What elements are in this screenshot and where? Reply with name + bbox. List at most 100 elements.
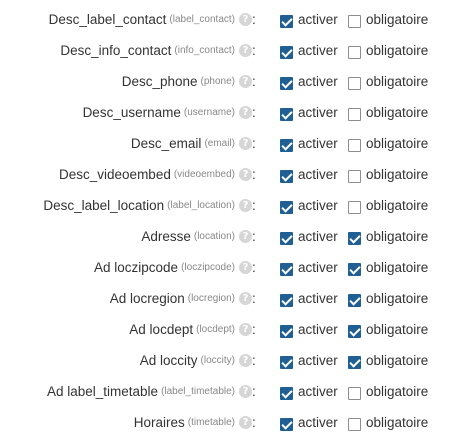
activer-option[interactable]: activer — [280, 252, 338, 283]
obligatoire-label: obligatoire — [366, 105, 429, 120]
activer-option[interactable]: activer — [280, 345, 338, 376]
obligatoire-checkbox[interactable] — [348, 201, 361, 214]
colon-separator: : — [252, 167, 256, 182]
obligatoire-option[interactable]: obligatoire — [348, 252, 428, 283]
field-label: Desc_videoembed (videoembed) ? — [59, 159, 252, 190]
obligatoire-checkbox[interactable] — [348, 232, 361, 245]
obligatoire-label: obligatoire — [366, 415, 429, 430]
obligatoire-checkbox[interactable] — [348, 325, 361, 338]
activer-checkbox[interactable] — [280, 294, 293, 307]
activer-option[interactable]: activer — [280, 159, 338, 190]
activer-option[interactable]: activer — [280, 128, 338, 159]
activer-checkbox[interactable] — [280, 77, 293, 90]
colon-separator: : — [252, 353, 256, 368]
obligatoire-checkbox[interactable] — [348, 15, 361, 28]
field-label: Desc_label_contact (label_contact) ? — [49, 4, 252, 35]
obligatoire-checkbox[interactable] — [348, 170, 361, 183]
activer-option[interactable]: activer — [280, 97, 338, 128]
help-icon[interactable]: ? — [239, 416, 252, 429]
field-label: Ad locdept (locdept) ? — [129, 314, 252, 345]
activer-option[interactable]: activer — [280, 283, 338, 314]
activer-checkbox[interactable] — [280, 170, 293, 183]
colon-separator: : — [252, 105, 256, 120]
activer-option[interactable]: activer — [280, 4, 338, 35]
activer-checkbox[interactable] — [280, 139, 293, 152]
help-icon[interactable]: ? — [239, 137, 252, 150]
activer-checkbox[interactable] — [280, 108, 293, 121]
obligatoire-checkbox[interactable] — [348, 46, 361, 59]
activer-option[interactable]: activer — [280, 35, 338, 66]
obligatoire-option[interactable]: obligatoire — [348, 376, 428, 407]
obligatoire-checkbox[interactable] — [348, 418, 361, 431]
activer-option[interactable]: activer — [280, 314, 338, 345]
colon-separator: : — [252, 43, 256, 58]
help-icon[interactable]: ? — [239, 385, 252, 398]
obligatoire-option[interactable]: obligatoire — [348, 35, 428, 66]
obligatoire-checkbox[interactable] — [348, 77, 361, 90]
activer-checkbox[interactable] — [280, 201, 293, 214]
obligatoire-option[interactable]: obligatoire — [348, 283, 428, 314]
field-name: Ad loczipcode — [94, 260, 179, 275]
activer-label: activer — [298, 167, 338, 182]
obligatoire-label: obligatoire — [366, 198, 429, 213]
activer-label: activer — [298, 384, 338, 399]
obligatoire-option[interactable]: obligatoire — [348, 407, 428, 438]
help-icon[interactable]: ? — [239, 292, 252, 305]
activer-checkbox[interactable] — [280, 325, 293, 338]
field-row: Desc_username (username) ? : activer obl… — [0, 97, 464, 128]
field-key: (email) — [204, 138, 235, 149]
obligatoire-option[interactable]: obligatoire — [348, 345, 428, 376]
field-label: Horaires (timetable) ? — [134, 407, 252, 438]
obligatoire-option[interactable]: obligatoire — [348, 97, 428, 128]
obligatoire-option[interactable]: obligatoire — [348, 4, 428, 35]
field-row: Ad locdept (locdept) ? : activer obligat… — [0, 314, 464, 345]
field-settings-form: Desc_label_contact (label_contact) ? : a… — [0, 0, 464, 448]
activer-label: activer — [298, 198, 338, 213]
obligatoire-option[interactable]: obligatoire — [348, 159, 428, 190]
activer-checkbox[interactable] — [280, 46, 293, 59]
obligatoire-option[interactable]: obligatoire — [348, 66, 428, 97]
obligatoire-checkbox[interactable] — [348, 139, 361, 152]
obligatoire-option[interactable]: obligatoire — [348, 128, 428, 159]
obligatoire-checkbox[interactable] — [348, 263, 361, 276]
help-icon[interactable]: ? — [239, 106, 252, 119]
activer-option[interactable]: activer — [280, 407, 338, 438]
activer-checkbox[interactable] — [280, 418, 293, 431]
field-label: Ad locregion (locregion) ? — [110, 283, 252, 314]
activer-checkbox[interactable] — [280, 356, 293, 369]
help-icon[interactable]: ? — [239, 323, 252, 336]
activer-option[interactable]: activer — [280, 190, 338, 221]
help-icon[interactable]: ? — [239, 354, 252, 367]
obligatoire-checkbox[interactable] — [348, 387, 361, 400]
help-icon[interactable]: ? — [239, 13, 252, 26]
obligatoire-option[interactable]: obligatoire — [348, 221, 428, 252]
activer-checkbox[interactable] — [280, 15, 293, 28]
obligatoire-label: obligatoire — [366, 136, 429, 151]
activer-checkbox[interactable] — [280, 387, 293, 400]
activer-option[interactable]: activer — [280, 221, 338, 252]
obligatoire-option[interactable]: obligatoire — [348, 190, 428, 221]
help-icon[interactable]: ? — [239, 75, 252, 88]
field-label: Ad loczipcode (loczipcode) ? — [94, 252, 252, 283]
obligatoire-checkbox[interactable] — [348, 294, 361, 307]
field-row: Desc_email (email) ? : activer obligatoi… — [0, 128, 464, 159]
field-name: Desc_info_contact — [60, 43, 172, 58]
obligatoire-checkbox[interactable] — [348, 108, 361, 121]
activer-label: activer — [298, 229, 338, 244]
obligatoire-option[interactable]: obligatoire — [348, 314, 428, 345]
activer-option[interactable]: activer — [280, 66, 338, 97]
obligatoire-checkbox[interactable] — [348, 356, 361, 369]
obligatoire-label: obligatoire — [366, 384, 429, 399]
help-icon[interactable]: ? — [239, 230, 252, 243]
colon-separator: : — [252, 12, 256, 27]
obligatoire-label: obligatoire — [366, 291, 429, 306]
field-row: Ad loczipcode (loczipcode) ? : activer o… — [0, 252, 464, 283]
activer-label: activer — [298, 74, 338, 89]
help-icon[interactable]: ? — [239, 44, 252, 57]
help-icon[interactable]: ? — [239, 261, 252, 274]
activer-checkbox[interactable] — [280, 232, 293, 245]
activer-option[interactable]: activer — [280, 376, 338, 407]
help-icon[interactable]: ? — [239, 168, 252, 181]
help-icon[interactable]: ? — [239, 199, 252, 212]
activer-checkbox[interactable] — [280, 263, 293, 276]
